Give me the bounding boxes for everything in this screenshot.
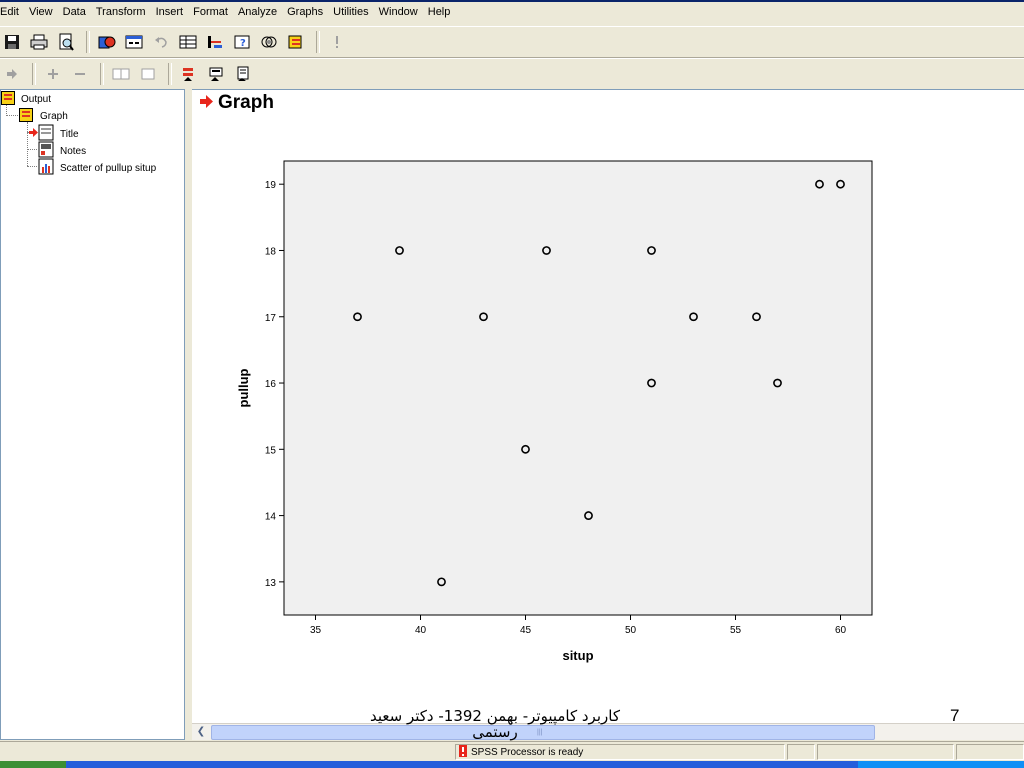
outline-pane: Output Graph Title Notes Scatter of pull… [0, 89, 185, 740]
menu-data[interactable]: Data [58, 2, 91, 22]
dialog-recall-icon[interactable] [122, 30, 146, 54]
insert-title-icon[interactable] [204, 62, 228, 86]
outline-toolbar [0, 58, 1024, 90]
tree-node-label: Notes [60, 145, 87, 157]
slide-footer: کاربرد کامپیوتر- بهمن 1392- دکتر سعید رس… [330, 705, 660, 743]
y-tick-label: 18 [265, 246, 277, 257]
x-tick-label: 60 [835, 625, 847, 636]
scroll-left-arrow-icon[interactable]: ❮ [194, 725, 208, 739]
tree-connector [27, 166, 37, 167]
x-tick-label: 50 [625, 625, 637, 636]
undo-icon[interactable] [149, 30, 173, 54]
toolbar-separator [316, 31, 320, 53]
print-preview-icon[interactable] [54, 30, 78, 54]
toolbar-separator [168, 63, 172, 85]
status-text: SPSS Processor is ready [471, 746, 584, 758]
menu-graphs[interactable]: Graphs [282, 2, 328, 22]
toolbar-separator [32, 63, 36, 85]
run-syntax-icon[interactable] [325, 30, 349, 54]
status-bar: SPSS Processor is ready [0, 741, 1024, 762]
x-tick-label: 55 [730, 625, 742, 636]
hide-icon[interactable] [136, 62, 160, 86]
pane-splitter[interactable] [185, 89, 192, 740]
menu-bar: Edit View Data Transform Insert Format A… [0, 2, 1024, 22]
current-item-arrow-icon [29, 128, 38, 140]
tree-node-graph[interactable]: Graph [19, 108, 68, 125]
y-tick-label: 17 [265, 313, 277, 324]
tree-node-label: Output [21, 94, 52, 105]
show-icon[interactable] [109, 62, 133, 86]
toolbar-separator [86, 31, 90, 53]
tree-connector [27, 122, 28, 166]
designate-window-icon[interactable] [284, 30, 308, 54]
menu-utilities[interactable]: Utilities [328, 2, 373, 22]
menu-insert[interactable]: Insert [151, 2, 189, 22]
output-content-pane: Graph 35 40 45 50 55 60 13 14 15 16 17 18 19 situp p… [192, 89, 1024, 723]
tree-connector [27, 149, 37, 150]
y-tick-label: 14 [265, 512, 277, 523]
goto-data-icon[interactable] [176, 30, 200, 54]
status-processor: SPSS Processor is ready [455, 744, 785, 760]
output-book-icon [1, 91, 15, 108]
goto-case-icon[interactable] [203, 30, 227, 54]
plot-background [283, 160, 873, 616]
svg-text:?: ? [240, 38, 246, 49]
menu-format[interactable]: Format [188, 2, 233, 22]
insert-text-icon[interactable] [231, 62, 255, 86]
promote-icon[interactable] [0, 62, 24, 86]
export-icon[interactable] [95, 30, 119, 54]
tree-node-scatter[interactable]: Scatter of pullup situp [38, 158, 156, 178]
menu-edit[interactable]: Edit [0, 2, 24, 22]
x-tick-label: 45 [520, 625, 532, 636]
menu-analyze[interactable]: Analyze [233, 2, 282, 22]
menu-transform[interactable]: Transform [91, 2, 151, 22]
y-tick-label: 16 [265, 379, 277, 390]
status-cell [787, 744, 815, 760]
print-icon[interactable] [27, 30, 51, 54]
tree-node-label: Graph [40, 111, 68, 122]
tree-node-output[interactable]: Output [1, 91, 51, 108]
menu-view[interactable]: View [24, 2, 58, 22]
y-tick-label: 19 [265, 180, 277, 191]
y-tick-label: 13 [265, 578, 277, 589]
status-cell [817, 744, 954, 760]
processor-status-icon [459, 744, 467, 760]
save-icon[interactable] [0, 30, 24, 54]
scatter-chart[interactable]: 35 40 45 50 55 60 13 14 15 16 17 18 19 situp pullup [192, 90, 1024, 690]
menu-window[interactable]: Window [374, 2, 423, 22]
standard-toolbar: ? [0, 26, 1024, 58]
tree-node-label: Title [60, 128, 79, 140]
slide-number: 7 [950, 706, 960, 725]
use-sets-icon[interactable] [257, 30, 281, 54]
variables-icon[interactable]: ? [230, 30, 254, 54]
y-tick-label: 15 [265, 445, 277, 456]
status-cell [956, 744, 1024, 760]
y-axis-label: pullup [236, 368, 251, 407]
start-button[interactable] [0, 761, 66, 768]
tree-node-label: Scatter of pullup situp [60, 162, 157, 174]
menu-help[interactable]: Help [423, 2, 456, 22]
tree-connector [6, 115, 18, 116]
graph-book-icon [19, 108, 33, 125]
expand-icon[interactable] [41, 62, 65, 86]
x-tick-label: 35 [310, 625, 322, 636]
taskbar [0, 761, 1024, 768]
insert-heading-icon[interactable] [177, 62, 201, 86]
collapse-icon[interactable] [68, 62, 92, 86]
toolbar-separator [100, 63, 104, 85]
chart-document-icon [38, 158, 55, 178]
x-tick-label: 40 [415, 625, 427, 636]
system-tray [858, 761, 1024, 768]
x-axis-label: situp [562, 648, 593, 663]
